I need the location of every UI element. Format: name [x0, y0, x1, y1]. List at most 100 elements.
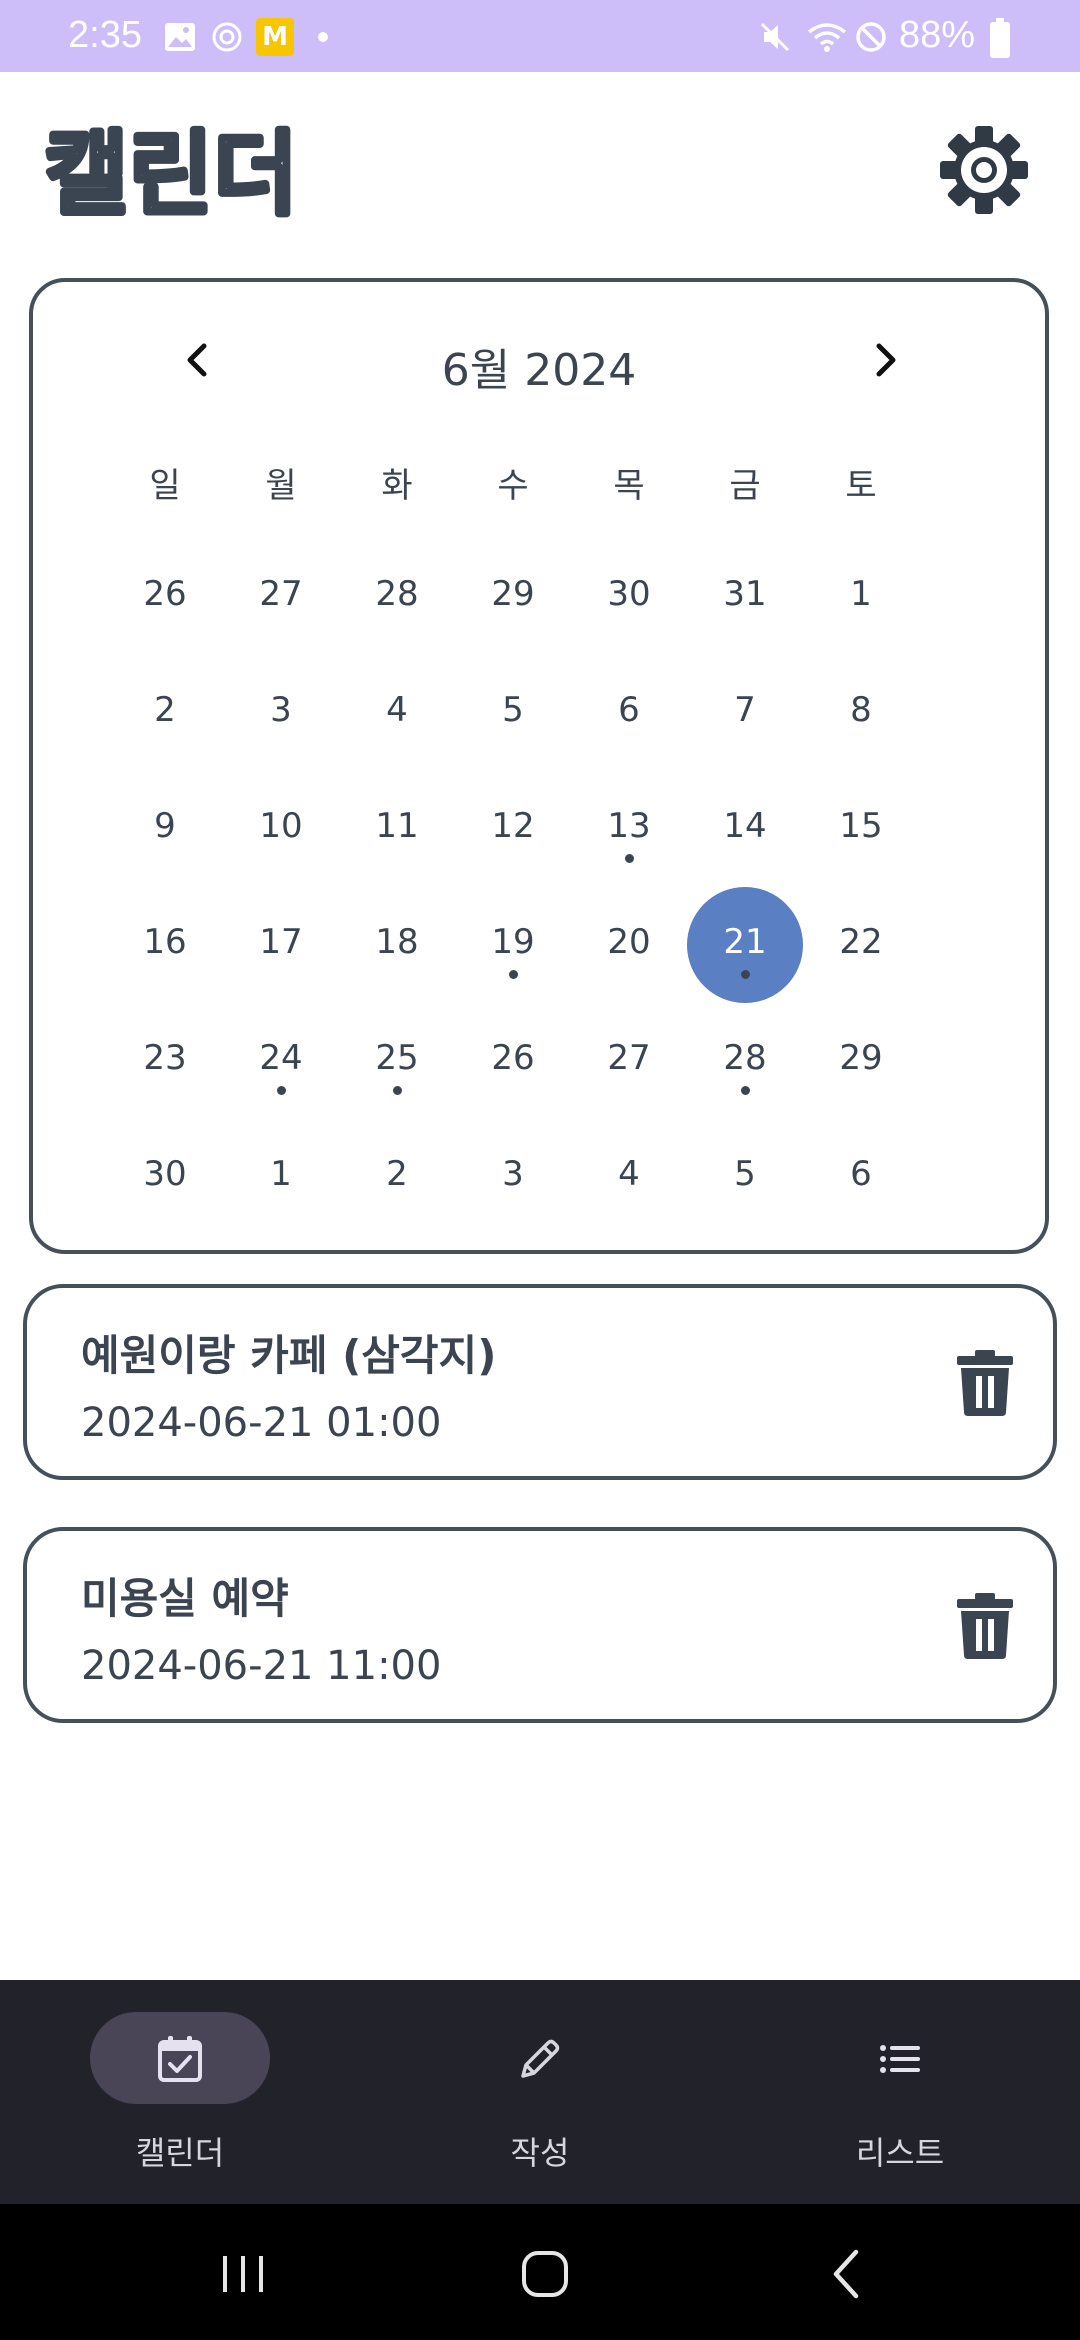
- event-datetime: 2024-06-21 01:00: [81, 1400, 442, 1446]
- weekday-label: 화: [381, 466, 413, 506]
- calendar-week-row: 16 17 18 19 20 21 22: [107, 887, 921, 1003]
- calendar-day[interactable]: 25: [339, 1038, 455, 1098]
- calendar-day[interactable]: 19: [455, 922, 571, 982]
- day-number: 25: [375, 1038, 419, 1078]
- day-number: 15: [839, 806, 883, 846]
- day-number: 4: [386, 690, 408, 730]
- calendar-day[interactable]: 8: [803, 690, 919, 750]
- calendar-day[interactable]: 29: [455, 574, 571, 634]
- system-navigation-bar: [0, 2204, 1080, 2340]
- calendar-day[interactable]: 4: [571, 1154, 687, 1214]
- calendar-day[interactable]: 21: [687, 887, 803, 1003]
- calendar-day[interactable]: 24: [223, 1038, 339, 1098]
- day-number: 19: [491, 922, 535, 962]
- event-datetime: 2024-06-21 11:00: [81, 1643, 442, 1689]
- mute-icon: [760, 22, 790, 52]
- calendar-day[interactable]: 5: [687, 1154, 803, 1214]
- gear-icon[interactable]: [938, 124, 1030, 216]
- calendar-day[interactable]: 5: [455, 690, 571, 750]
- day-number: 9: [154, 806, 176, 846]
- status-bar: 2:35 M 88%: [0, 0, 1080, 72]
- calendar-check-icon: [158, 2036, 202, 2082]
- day-number: 3: [502, 1154, 524, 1194]
- day-number: 6: [850, 1154, 872, 1194]
- chevron-right-icon[interactable]: [865, 340, 905, 380]
- calendar-day[interactable]: 22: [803, 922, 919, 982]
- calendar-day[interactable]: 31: [687, 574, 803, 634]
- calendar-day[interactable]: 20: [571, 922, 687, 982]
- day-number: 5: [502, 690, 524, 730]
- trash-icon[interactable]: [955, 1350, 1015, 1416]
- calendar-day[interactable]: 18: [339, 922, 455, 982]
- day-number: 2: [154, 690, 176, 730]
- calendar-day[interactable]: 13: [571, 806, 687, 866]
- calendar-day[interactable]: 30: [571, 574, 687, 634]
- day-number: 29: [491, 574, 535, 614]
- calendar-day[interactable]: 28: [339, 574, 455, 634]
- calendar-day[interactable]: 26: [455, 1038, 571, 1098]
- calendar-day[interactable]: 29: [803, 1038, 919, 1098]
- calendar-day[interactable]: 6: [571, 690, 687, 750]
- event-dot-indicator: [741, 970, 750, 979]
- day-number: 14: [723, 806, 767, 846]
- day-number: 28: [723, 1038, 767, 1078]
- calendar-day[interactable]: 27: [571, 1038, 687, 1098]
- calendar-day[interactable]: 30: [107, 1154, 223, 1214]
- calendar-day[interactable]: 7: [687, 690, 803, 750]
- day-number: 29: [839, 1038, 883, 1078]
- app-logo: 캘린더: [44, 120, 300, 228]
- home-icon[interactable]: [515, 2244, 575, 2304]
- event-title: 예원이랑 카페 (삼각지): [81, 1331, 497, 1380]
- calendar-day[interactable]: 23: [107, 1038, 223, 1098]
- calendar-day[interactable]: 15: [803, 806, 919, 866]
- calendar-week-row: 26 27 28 29 30 31 1: [107, 574, 921, 634]
- event-dot-indicator: [277, 1086, 286, 1095]
- calendar-day[interactable]: 14: [687, 806, 803, 866]
- day-number: 2: [386, 1154, 408, 1194]
- day-number: 8: [850, 690, 872, 730]
- nav-tab-calendar[interactable]: 캘린더: [0, 1980, 360, 2204]
- nav-tab-write[interactable]: 작성: [360, 1980, 720, 2204]
- gallery-notification-icon: [165, 23, 195, 51]
- day-number: 11: [375, 806, 419, 846]
- day-number: 24: [259, 1038, 303, 1078]
- weekday-label: 일: [149, 466, 181, 506]
- calendar-day[interactable]: 26: [107, 574, 223, 634]
- day-number: 12: [491, 806, 535, 846]
- day-number: 21: [723, 922, 767, 962]
- nav-tab-list[interactable]: 리스트: [720, 1980, 1080, 2204]
- calendar-day[interactable]: 3: [223, 690, 339, 750]
- day-number: 26: [491, 1038, 535, 1078]
- calendar-day[interactable]: 2: [107, 690, 223, 750]
- calendar-day[interactable]: 4: [339, 690, 455, 750]
- day-number: 30: [143, 1154, 187, 1194]
- back-icon[interactable]: [818, 2244, 878, 2304]
- calendar-day[interactable]: 6: [803, 1154, 919, 1214]
- calendar-day[interactable]: 27: [223, 574, 339, 634]
- day-number: 27: [607, 1038, 651, 1078]
- calendar-day[interactable]: 10: [223, 806, 339, 866]
- calendar-day[interactable]: 3: [455, 1154, 571, 1214]
- event-title: 미용실 예약: [81, 1574, 289, 1623]
- calendar-day[interactable]: 28: [687, 1038, 803, 1098]
- wifi-icon: [807, 23, 847, 52]
- calendar-day[interactable]: 2: [339, 1154, 455, 1214]
- day-number: 1: [270, 1154, 292, 1194]
- calendar-day[interactable]: 9: [107, 806, 223, 866]
- event-dot-indicator: [393, 1086, 402, 1095]
- nav-label: 작성: [510, 2134, 570, 2172]
- weekday-label: 목: [613, 466, 645, 506]
- event-card[interactable]: 예원이랑 카페 (삼각지) 2024-06-21 01:00: [23, 1284, 1057, 1480]
- calendar-day[interactable]: 1: [223, 1154, 339, 1214]
- calendar-day[interactable]: 11: [339, 806, 455, 866]
- event-dot-indicator: [509, 970, 518, 979]
- calendar-day[interactable]: 12: [455, 806, 571, 866]
- day-number: 31: [723, 574, 767, 614]
- calendar-day[interactable]: 16: [107, 922, 223, 982]
- calendar-day[interactable]: 17: [223, 922, 339, 982]
- calendar-day[interactable]: 1: [803, 574, 919, 634]
- recents-icon[interactable]: [213, 2244, 273, 2304]
- trash-icon[interactable]: [955, 1593, 1015, 1659]
- sync-notification-icon: [212, 22, 242, 52]
- event-card[interactable]: 미용실 예약 2024-06-21 11:00: [23, 1527, 1057, 1723]
